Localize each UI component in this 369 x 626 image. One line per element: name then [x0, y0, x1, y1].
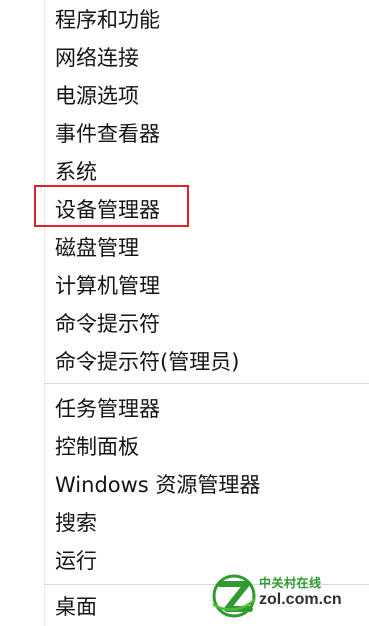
menu-item-desktop[interactable]: 桌面	[55, 592, 97, 622]
menu-item-control-panel[interactable]: 控制面板	[55, 432, 139, 462]
menu-item-disk-management[interactable]: 磁盘管理	[55, 233, 139, 263]
menu-item-power-options[interactable]: 电源选项	[55, 81, 139, 111]
menu-item-network-connections[interactable]: 网络连接	[55, 43, 139, 73]
context-menu: 程序和功能 网络连接 电源选项 事件查看器 系统 设备管理器 磁盘管理 计算机管…	[0, 0, 369, 626]
menu-item-event-viewer[interactable]: 事件查看器	[55, 119, 160, 149]
watermark-brand-domain: zol.com.cn	[259, 591, 342, 608]
watermark-brand-zh: 中关村在线	[259, 576, 322, 590]
zol-logo-icon	[212, 574, 256, 618]
menu-item-device-manager[interactable]: 设备管理器	[55, 195, 160, 225]
menu-item-search[interactable]: 搜索	[55, 508, 97, 538]
menu-left-rail	[44, 0, 45, 626]
menu-item-system[interactable]: 系统	[55, 157, 97, 187]
menu-item-run[interactable]: 运行	[55, 546, 97, 576]
menu-item-command-prompt[interactable]: 命令提示符	[55, 309, 160, 339]
menu-item-programs-and-features[interactable]: 程序和功能	[55, 5, 160, 35]
menu-item-task-manager[interactable]: 任务管理器	[55, 394, 160, 424]
menu-item-file-explorer[interactable]: Windows 资源管理器	[55, 470, 260, 500]
menu-item-command-prompt-admin[interactable]: 命令提示符(管理员)	[55, 347, 239, 377]
menu-separator	[44, 383, 369, 384]
menu-item-computer-management[interactable]: 计算机管理	[55, 271, 160, 301]
